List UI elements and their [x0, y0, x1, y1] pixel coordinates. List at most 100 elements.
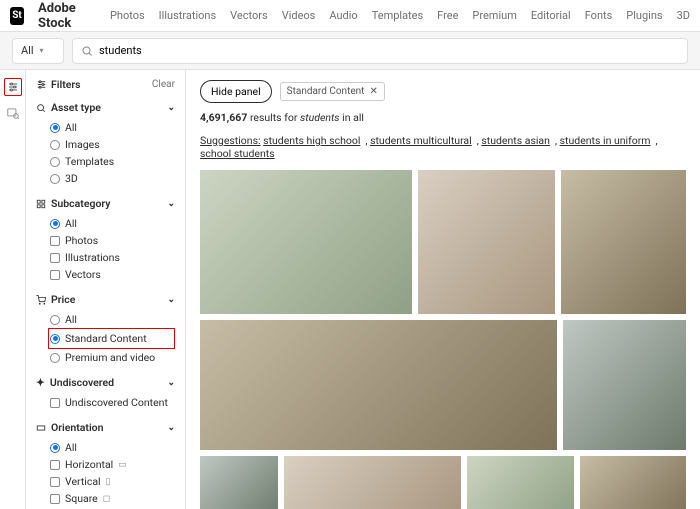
- nav-link[interactable]: Photos: [110, 9, 145, 22]
- filter-option[interactable]: Horizontal▭: [50, 456, 175, 473]
- nav-link[interactable]: Audio: [329, 9, 357, 22]
- result-thumb[interactable]: [467, 456, 575, 509]
- chevron-down-icon: ▾: [40, 46, 44, 55]
- result-thumb[interactable]: [563, 320, 686, 450]
- result-thumb[interactable]: [580, 456, 686, 509]
- filter-option[interactable]: Premium and video: [50, 349, 175, 366]
- filter-option-label: Premium and video: [65, 351, 155, 364]
- filter-group-header[interactable]: Price ⌄: [36, 293, 175, 306]
- radio-icon: [50, 315, 60, 325]
- suggestion-link[interactable]: students asian: [481, 134, 550, 147]
- nav-link[interactable]: Premium: [472, 9, 516, 22]
- filter-group-label: Subcategory: [51, 197, 110, 210]
- filter-option-label: All: [65, 121, 77, 134]
- result-thumb[interactable]: [200, 320, 557, 450]
- filter-group-header[interactable]: Subcategory ⌄: [36, 197, 175, 210]
- checkbox-icon: [50, 460, 60, 470]
- filter-option-label: Vertical: [65, 475, 101, 488]
- filter-option[interactable]: Images: [50, 136, 175, 153]
- filter-option-label: Square: [65, 492, 98, 505]
- orientation-glyph-icon: ▭: [118, 460, 127, 470]
- main-content: Hide panel Standard Content ✕ 4,691,667 …: [186, 70, 700, 509]
- filter-option[interactable]: All: [50, 119, 175, 136]
- nav-link[interactable]: Vectors: [230, 9, 268, 22]
- logo-text: Adobe Stock: [38, 1, 96, 31]
- filter-option[interactable]: Standard Content: [50, 330, 149, 347]
- nav-link[interactable]: Illustrations: [159, 9, 216, 22]
- suggestion-link[interactable]: students in uniform: [560, 134, 651, 147]
- suggestion-link[interactable]: students high school: [263, 134, 360, 147]
- nav-link[interactable]: Free: [437, 9, 458, 22]
- chevron-down-icon: ⌄: [167, 199, 175, 209]
- filter-option[interactable]: Vertical ▯: [50, 473, 175, 490]
- checkbox-icon: [50, 477, 60, 487]
- filters-sidebar: Filters Clear Asset type⌄AllImagesTempla…: [26, 70, 186, 509]
- checkbox-icon: [50, 253, 60, 263]
- result-thumb[interactable]: [200, 170, 412, 314]
- search-icon: [36, 103, 46, 113]
- filter-option-label: All: [65, 441, 77, 454]
- left-rail: [0, 70, 26, 509]
- filter-option[interactable]: Templates: [50, 153, 175, 170]
- checkbox-icon: [50, 494, 60, 504]
- active-filter-chip[interactable]: Standard Content ✕: [280, 82, 385, 101]
- nav-link[interactable]: Editorial: [531, 9, 571, 22]
- hide-panel-button[interactable]: Hide panel: [200, 80, 272, 103]
- chevron-down-icon: ⌄: [167, 103, 175, 113]
- filter-group-label: Orientation: [51, 421, 104, 434]
- result-thumb[interactable]: [418, 170, 555, 314]
- search-scope-select[interactable]: All ▾: [12, 38, 64, 64]
- filter-option-label: Images: [65, 138, 100, 151]
- orientation-glyph-icon: ▯: [106, 477, 111, 487]
- filter-option[interactable]: All: [50, 439, 175, 456]
- clear-filters[interactable]: Clear: [152, 79, 175, 90]
- cart-icon: [36, 295, 46, 305]
- filters-rail-icon[interactable]: [4, 78, 22, 96]
- search-input[interactable]: [99, 44, 679, 57]
- filter-group-header[interactable]: Orientation ⌄: [36, 421, 175, 434]
- filter-option[interactable]: Vectors: [50, 266, 175, 283]
- nav-link[interactable]: Plugins: [626, 9, 662, 22]
- radio-icon: [50, 219, 60, 229]
- filter-option-label: Photos: [65, 234, 98, 247]
- filter-option-label: Vectors: [65, 268, 101, 281]
- nav-link[interactable]: Fonts: [585, 9, 613, 22]
- filter-option-label: Undiscovered Content: [65, 396, 168, 409]
- filter-option[interactable]: Square◻: [50, 490, 175, 507]
- chevron-down-icon: ⌄: [167, 295, 175, 305]
- result-thumb[interactable]: [284, 456, 460, 509]
- radio-icon: [50, 140, 60, 150]
- top-nav: St Adobe Stock Photos Illustrations Vect…: [0, 0, 700, 32]
- nav-link[interactable]: 3D: [677, 9, 690, 22]
- radio-icon: [50, 157, 60, 167]
- filter-option-label: Templates: [65, 155, 114, 168]
- sliders-icon: [36, 79, 47, 90]
- filter-group-label: Asset type: [51, 101, 101, 114]
- filter-option[interactable]: All: [50, 215, 175, 232]
- filter-option[interactable]: 3D: [50, 170, 175, 187]
- filter-group-header[interactable]: ✦Undiscovered⌄: [36, 376, 175, 389]
- close-icon[interactable]: ✕: [369, 86, 377, 97]
- chevron-down-icon: ⌄: [167, 423, 175, 433]
- filter-option-label: 3D: [65, 172, 78, 185]
- search-icon: [81, 45, 93, 57]
- result-thumb[interactable]: [200, 456, 278, 509]
- radio-icon: [50, 353, 60, 363]
- search-input-wrap[interactable]: [72, 38, 688, 64]
- logo-badge: St: [10, 7, 24, 25]
- filter-option[interactable]: Illustrations: [50, 249, 175, 266]
- filter-option-label: Standard Content: [65, 332, 147, 345]
- filter-option[interactable]: All: [50, 311, 175, 328]
- filter-option[interactable]: Photos: [50, 232, 175, 249]
- result-thumb[interactable]: [561, 170, 686, 314]
- filter-option[interactable]: Undiscovered Content: [50, 394, 175, 411]
- nav-link[interactable]: Videos: [282, 9, 316, 22]
- radio-icon: [50, 443, 60, 453]
- suggestion-link[interactable]: school students: [200, 147, 275, 160]
- search-scope-label: All: [21, 44, 34, 57]
- filter-group-label: Price: [51, 293, 75, 306]
- filter-group-header[interactable]: Asset type ⌄: [36, 101, 175, 114]
- suggestion-link[interactable]: students multicultural: [370, 134, 472, 147]
- similar-image-rail-icon[interactable]: [6, 106, 20, 120]
- nav-link[interactable]: Templates: [372, 9, 423, 22]
